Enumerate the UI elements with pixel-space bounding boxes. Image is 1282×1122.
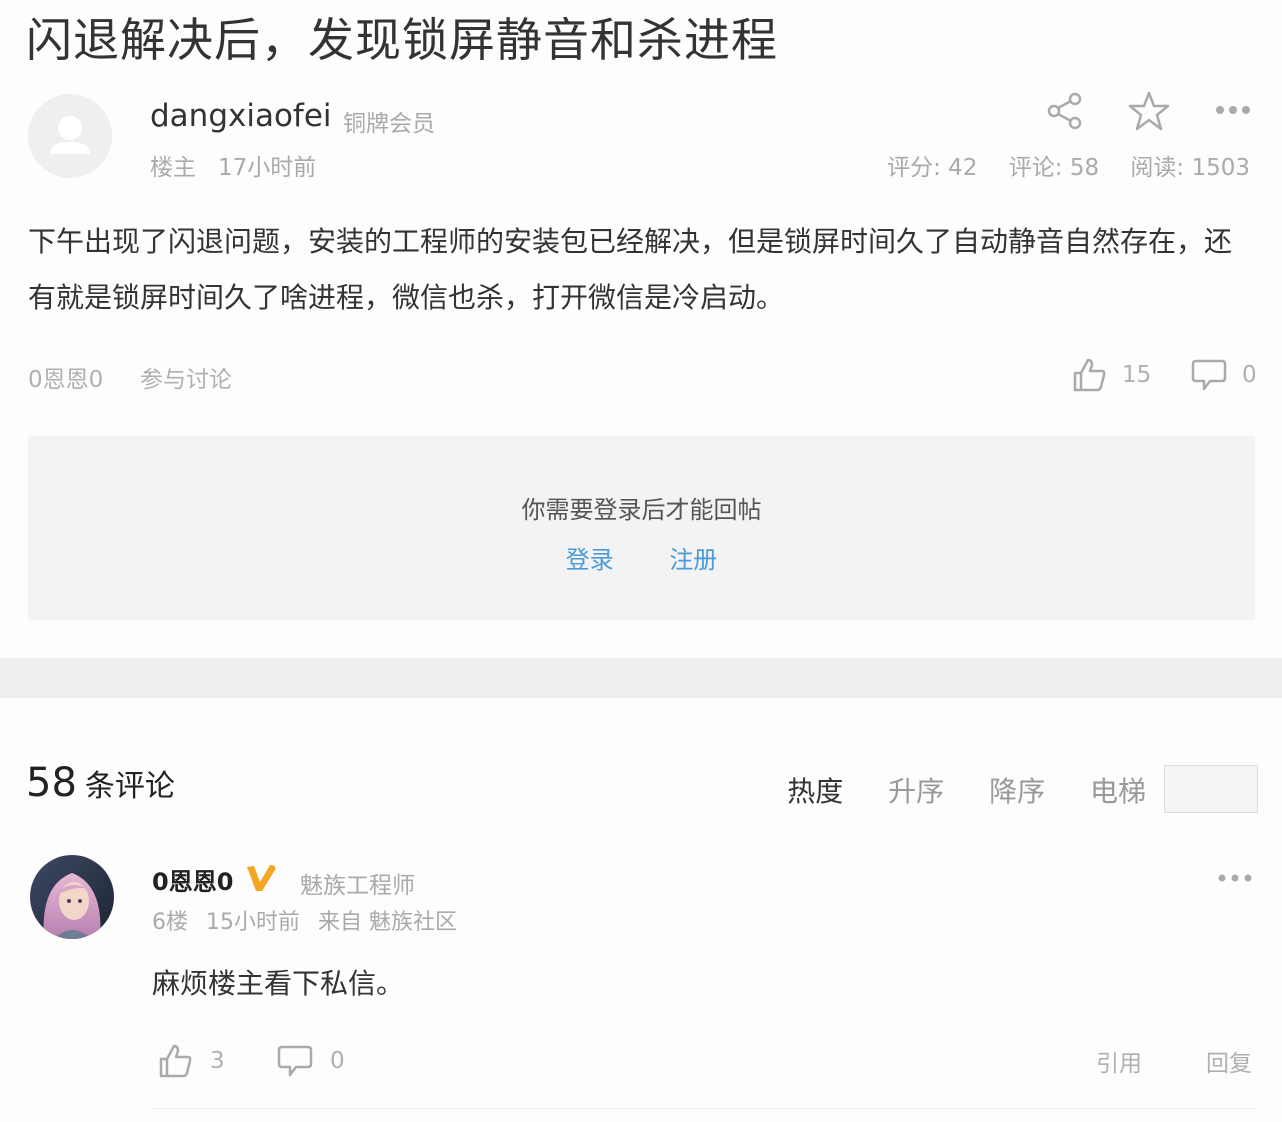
comment-count-number: 58 <box>26 760 77 806</box>
sort-asc-tab[interactable]: 升序 <box>888 775 944 808</box>
commenter-avatar-image <box>30 855 114 939</box>
star-icon <box>1128 91 1170 131</box>
member-badge: 铜牌会员 <box>343 111 435 137</box>
login-prompt-box: 你需要登录后才能回帖 登录 注册 <box>28 436 1255 620</box>
more-icon <box>1218 874 1252 882</box>
comment-source: 来自 魅族社区 <box>318 910 457 935</box>
comment-time: 15小时前 <box>206 910 300 935</box>
comment-bubble-icon <box>1191 359 1227 391</box>
read-stat: 阅读: 1503 <box>1130 155 1250 181</box>
comment-reply-count: 0 <box>330 1048 345 1074</box>
page-title: 闪退解决后，发现锁屏静音和杀进程 <box>26 13 778 67</box>
comment-like-count: 3 <box>210 1048 225 1074</box>
join-discussion-link[interactable]: 参与讨论 <box>140 360 232 394</box>
post-meta: 楼主 17小时前 <box>150 148 316 182</box>
post-time: 17小时前 <box>217 155 317 181</box>
author-name[interactable]: dangxiaofei <box>150 98 332 134</box>
score-stat: 评分: 42 <box>887 155 978 181</box>
login-tip: 你需要登录后才能回帖 <box>521 496 762 524</box>
sort-desc-tab[interactable]: 降序 <box>989 775 1045 808</box>
reply-button[interactable]: 回复 <box>1206 1044 1252 1078</box>
commenter-avatar[interactable] <box>30 855 114 939</box>
tag-user-link[interactable]: 0恩恩0 <box>28 360 103 394</box>
commenter-name[interactable]: 0恩恩0 <box>152 862 233 897</box>
comment-count: 58 条评论 <box>26 760 175 806</box>
post-reply-count: 0 <box>1242 362 1257 388</box>
quote-button[interactable]: 引用 <box>1096 1044 1142 1078</box>
comment-reply-count-button[interactable]: 0 <box>276 1042 345 1080</box>
register-link[interactable]: 注册 <box>669 546 717 574</box>
login-link[interactable]: 登录 <box>566 546 614 574</box>
share-icon <box>1047 92 1082 130</box>
op-label: 楼主 <box>150 155 196 181</box>
sort-tabs: 热度 升序 降序 电梯 <box>751 770 1146 810</box>
comment-more-button[interactable] <box>1216 870 1254 890</box>
verified-v-icon <box>247 865 276 891</box>
more-icon <box>1216 106 1250 114</box>
sort-elevator-tab[interactable]: 电梯 <box>1090 775 1146 808</box>
user-placeholder-icon <box>50 116 90 154</box>
sort-hot-tab[interactable]: 热度 <box>787 775 843 808</box>
post-stats: 评分: 42 评论: 58 阅读: 1503 <box>863 148 1250 182</box>
section-divider <box>0 658 1282 698</box>
post-more-button[interactable] <box>1214 100 1252 124</box>
comment-bubble-icon <box>277 1045 313 1077</box>
comment-like-button[interactable]: 3 <box>156 1042 225 1080</box>
comment-meta: 6楼 15小时前 来自 魅族社区 <box>152 904 475 936</box>
post-body: 下午出现了闪退问题，安装的工程师的安装包已经解决，但是锁屏时间久了自动静音自然存… <box>28 225 1233 314</box>
comment-count-label: 条评论 <box>84 769 175 804</box>
share-button[interactable] <box>1046 92 1084 134</box>
thumbs-up-icon <box>159 1044 192 1078</box>
login-links: 登录 注册 <box>28 540 1255 575</box>
comment-body: 麻烦楼主看下私信。 <box>152 967 405 1000</box>
post-reply-button[interactable]: 0 <box>1190 356 1257 394</box>
commenter-role: 魅族工程师 <box>300 873 415 899</box>
verified-badge <box>244 862 278 898</box>
comment-floor: 6楼 <box>152 910 188 935</box>
post-like-button[interactable]: 15 <box>1070 356 1151 394</box>
floor-jump-input[interactable] <box>1164 765 1258 813</box>
comment-divider <box>152 1108 1256 1109</box>
comment-stat: 评论: 58 <box>1008 155 1100 181</box>
author-avatar[interactable] <box>28 94 112 178</box>
thumbs-up-icon <box>1073 358 1106 392</box>
favorite-button[interactable] <box>1128 90 1170 136</box>
post-like-count: 15 <box>1122 362 1152 388</box>
